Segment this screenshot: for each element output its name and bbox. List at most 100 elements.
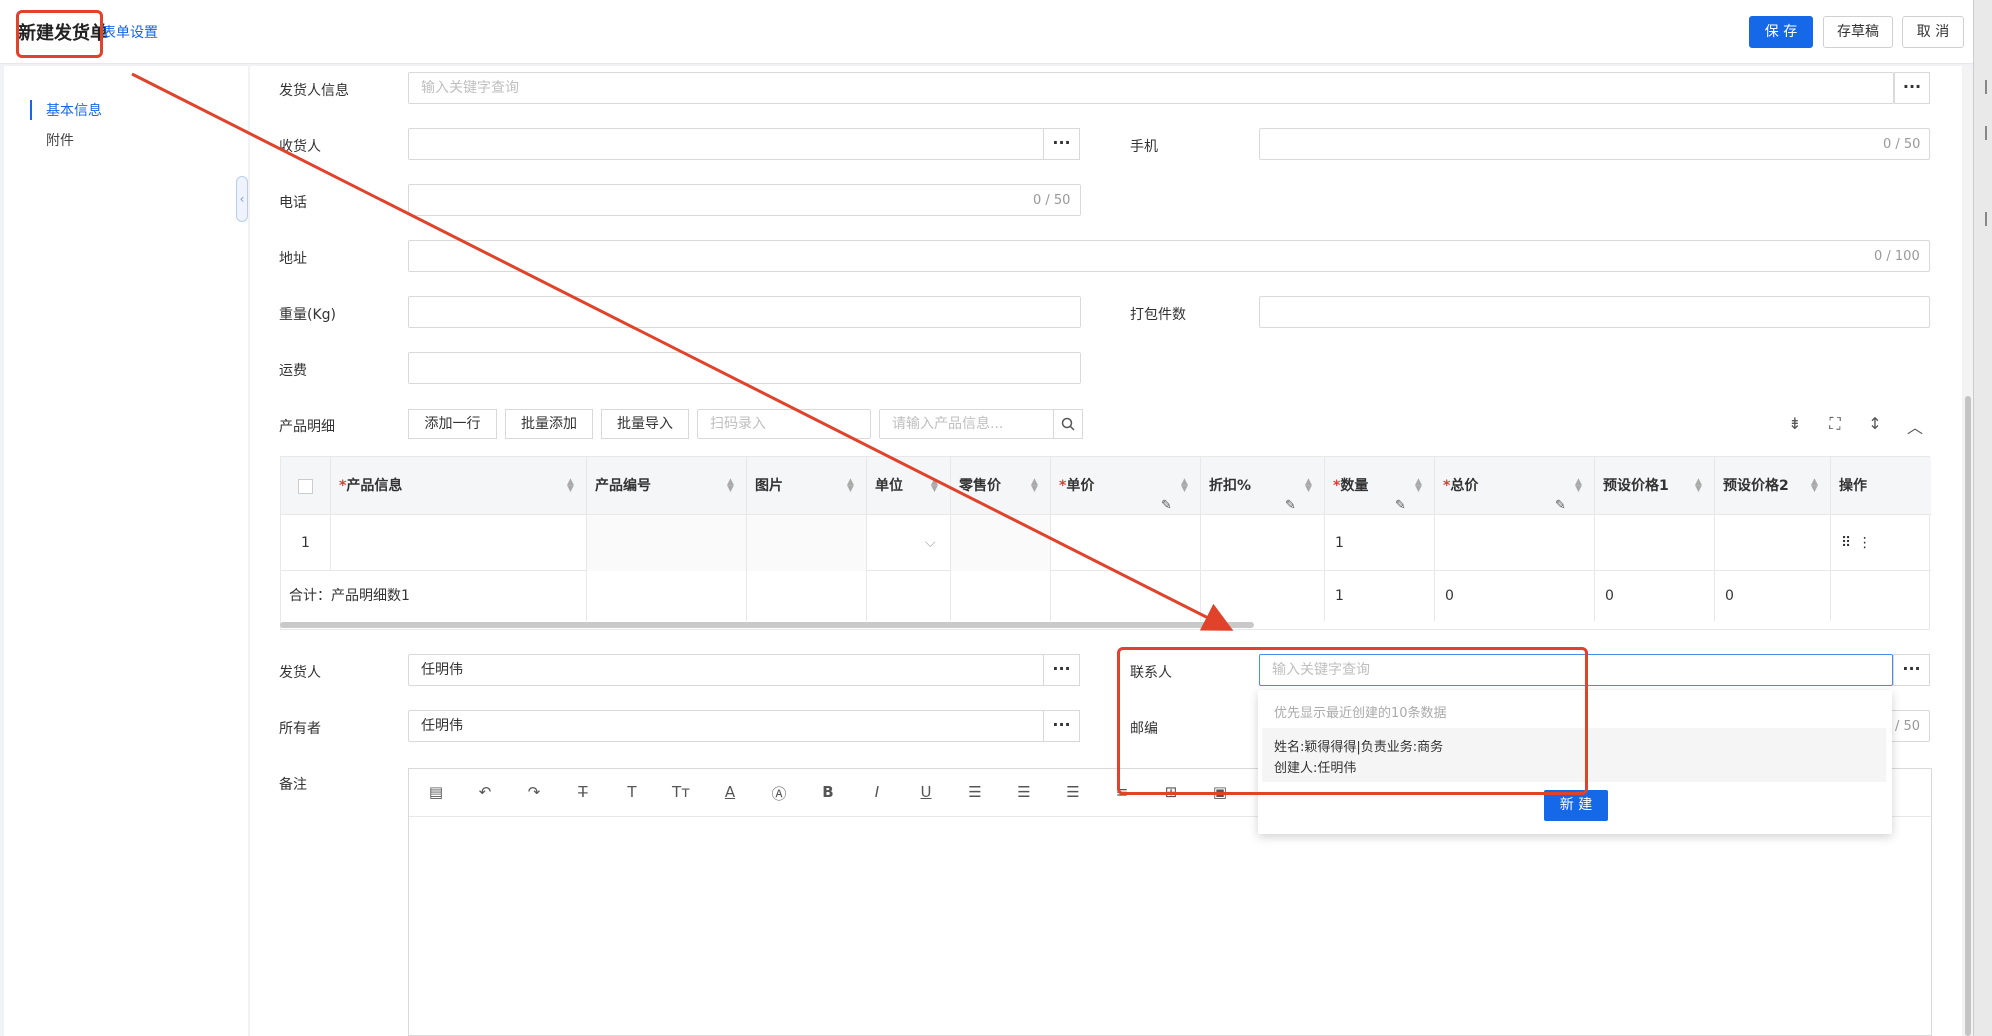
preset-price-1-cell[interactable] <box>1595 515 1715 571</box>
summary-preset-1: 0 <box>1595 571 1715 621</box>
column-header-image[interactable]: 图片 ▲ ▼ <box>747 457 867 515</box>
owner-more-button[interactable]: ··· <box>1043 710 1080 742</box>
redo-icon[interactable]: ↷ <box>523 783 545 801</box>
freight-label: 运费 <box>279 363 307 379</box>
chevron-up-icon[interactable]: ︿ <box>1904 414 1926 438</box>
save-button[interactable]: 保 存 <box>1749 16 1813 48</box>
product-code-cell <box>587 515 747 571</box>
chevron-left-icon: ‹ <box>239 192 245 206</box>
unit-select[interactable]: ⌵ <box>867 515 951 571</box>
template-icon[interactable]: ▤ <box>425 783 447 801</box>
scan-input[interactable]: 扫码录入 <box>697 409 871 439</box>
receiver-more-button[interactable]: ··· <box>1043 128 1080 160</box>
title-highlight-box <box>16 10 103 58</box>
discount-cell[interactable] <box>1201 515 1325 571</box>
product-info-cell[interactable] <box>331 515 587 571</box>
italic-icon[interactable]: I <box>866 783 888 801</box>
font-color-icon[interactable]: A <box>719 783 741 801</box>
underline-icon[interactable]: U <box>915 783 937 801</box>
sender-label: 发货人 <box>279 665 321 681</box>
sender-info-more-button[interactable]: ··· <box>1894 72 1930 104</box>
save-draft-button[interactable]: 存草稿 <box>1823 16 1893 48</box>
column-header-discount[interactable]: 折扣% ✎ ▲ ▼ <box>1201 457 1325 515</box>
more-vertical-icon[interactable]: ⋮ <box>1858 535 1872 551</box>
summary-preset-2: 0 <box>1715 571 1831 621</box>
product-table: *产品信息 ▲ ▼ 产品编号 ▲ ▼ 图片 ▲ ▼ 单位 ▲ ▼ 零售价 ▲ ▼ *单价 ✎ ▲ ▼ 折扣… <box>280 456 1931 630</box>
table-header: *产品信息 ▲ ▼ 产品编号 ▲ ▼ 图片 ▲ ▼ 单位 ▲ ▼ 零售价 ▲ ▼ *单价 ✎ ▲ ▼ 折扣… <box>281 457 1931 515</box>
mobile-label: 手机 <box>1130 139 1158 155</box>
sidebar-item-basic-info[interactable]: 基本信息 <box>30 100 102 120</box>
weight-label: 重量(Kg) <box>279 307 336 323</box>
align-left-icon[interactable]: ☰ <box>964 783 986 801</box>
product-search-input[interactable]: 请输入产品信息... <box>879 409 1054 439</box>
summary-total: 0 <box>1435 571 1595 621</box>
table-horizontal-scrollbar[interactable] <box>280 622 1254 628</box>
column-header-actions: 操作 <box>1839 478 1867 494</box>
row-height-icon[interactable]: ⇟ <box>1784 414 1806 433</box>
strikethrough-icon[interactable]: T̶ <box>572 783 594 801</box>
form-settings-link[interactable]: 表单设置 <box>102 22 158 42</box>
sidebar: 基本信息 附件 <box>4 66 248 1036</box>
summary-cell <box>747 571 867 621</box>
sender-info-input[interactable]: 输入关键字查询 <box>408 72 1894 104</box>
table-row: 1 ⌵ 1 ⠿ ⋮ <box>281 515 1931 571</box>
column-header-product-code[interactable]: 产品编号 ▲ ▼ <box>587 457 747 515</box>
summary-cell <box>1201 571 1325 621</box>
column-header-unit[interactable]: 单位 ▲ ▼ <box>867 457 951 515</box>
background-color-icon[interactable]: Ⓐ <box>768 783 790 804</box>
address-input[interactable] <box>408 240 1930 272</box>
product-details-label: 产品明细 <box>279 419 335 435</box>
summary-cell <box>587 571 747 621</box>
summary-label: 合计：产品明细数1 <box>281 571 587 621</box>
pack-count-label: 打包件数 <box>1130 307 1186 323</box>
add-row-button[interactable]: 添加一行 <box>408 409 497 439</box>
drag-handle-icon[interactable]: ⠿ <box>1841 535 1851 551</box>
sender-input[interactable]: 任明伟 <box>408 654 1044 686</box>
align-right-icon[interactable]: ☰ <box>1062 783 1084 801</box>
scrollbar-thumb[interactable] <box>1965 396 1971 1036</box>
receiver-label: 收货人 <box>279 139 321 155</box>
fullscreen-icon[interactable]: ⛶ <box>1824 414 1846 434</box>
vertical-scrollbar[interactable] <box>1963 66 1973 1036</box>
column-header-unit-price[interactable]: *单价 ✎ ▲ ▼ <box>1051 457 1201 515</box>
font-icon[interactable]: T <box>621 783 643 801</box>
total-price-cell[interactable] <box>1435 515 1595 571</box>
mobile-counter: 0 / 50 <box>1883 137 1921 152</box>
weight-input[interactable] <box>408 296 1081 328</box>
row-actions: ⠿ ⋮ <box>1831 515 1931 571</box>
search-icon[interactable] <box>1053 409 1083 439</box>
contact-highlight-box <box>1117 647 1588 795</box>
quantity-cell[interactable]: 1 <box>1325 515 1435 571</box>
phone-input[interactable] <box>408 184 1081 216</box>
column-header-preset-price-1[interactable]: 预设价格1 ▲ ▼ <box>1595 457 1715 515</box>
sidebar-item-attachments[interactable]: 附件 <box>30 130 74 150</box>
phone-counter: 0 / 50 <box>1033 193 1071 208</box>
batch-add-button[interactable]: 批量添加 <box>505 409 593 439</box>
column-header-retail-price[interactable]: 零售价 ▲ ▼ <box>951 457 1051 515</box>
bold-icon[interactable]: B <box>817 783 839 801</box>
expand-vertical-icon[interactable]: ↕ <box>1864 414 1886 433</box>
preset-price-2-cell[interactable] <box>1715 515 1831 571</box>
batch-import-button[interactable]: 批量导入 <box>601 409 689 439</box>
cancel-button[interactable]: 取 消 <box>1902 16 1964 48</box>
align-center-icon[interactable]: ☰ <box>1013 783 1035 801</box>
sender-more-button[interactable]: ··· <box>1043 654 1080 686</box>
pack-count-input[interactable] <box>1259 296 1930 328</box>
mobile-input[interactable] <box>1259 128 1930 160</box>
column-header-product-info[interactable]: *产品信息 ▲ ▼ <box>331 457 587 515</box>
address-counter: 0 / 100 <box>1874 249 1920 264</box>
column-header-preset-price-2[interactable]: 预设价格2 ▲ ▼ <box>1715 457 1831 515</box>
unit-price-cell[interactable] <box>1051 515 1201 571</box>
sidebar-collapse-handle[interactable]: ‹ <box>236 176 248 222</box>
retail-price-cell <box>951 515 1051 571</box>
receiver-input[interactable] <box>408 128 1044 160</box>
column-header-quantity[interactable]: *数量 ✎ ▲ ▼ <box>1325 457 1435 515</box>
top-bar: 新建发货单 表单设置 保 存 存草稿 取 消 <box>0 0 1992 64</box>
font-size-icon[interactable]: Tт <box>670 783 692 801</box>
select-all-checkbox[interactable] <box>298 478 313 494</box>
column-header-total-price[interactable]: *总价 ✎ ▲ ▼ <box>1435 457 1595 515</box>
owner-input[interactable]: 任明伟 <box>408 710 1044 742</box>
freight-input[interactable] <box>408 352 1081 384</box>
contact-more-button[interactable]: ··· <box>1893 654 1930 686</box>
undo-icon[interactable]: ↶ <box>474 783 496 801</box>
